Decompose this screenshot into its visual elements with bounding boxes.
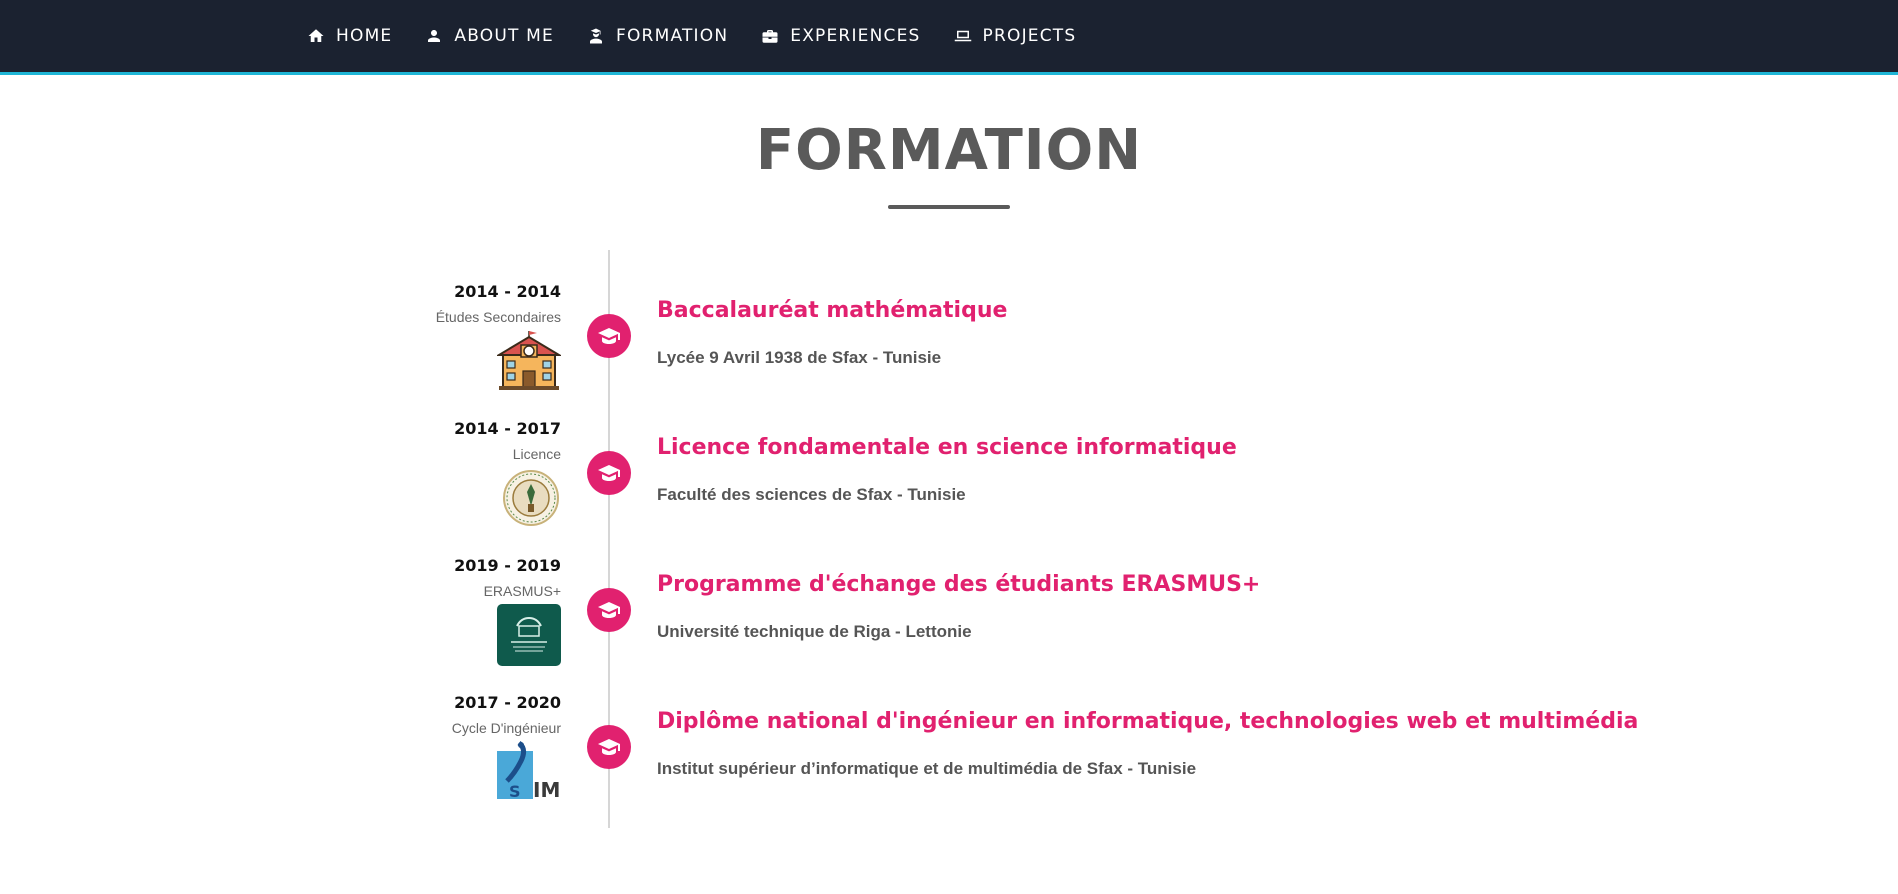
timeline-entry: 2014 - 2014 Études Secondaires Baccalaur… bbox=[0, 252, 1898, 390]
nav-label: FORMATION bbox=[616, 26, 729, 46]
nav-list: HOME ABOUT ME FORMATION EXPERIENCES PROJ… bbox=[306, 0, 1108, 72]
entry-degree: Programme d'échange des étudiants ERASMU… bbox=[657, 572, 1261, 597]
graduation-cap-icon bbox=[587, 451, 631, 495]
entry-meta: 2017 - 2020 Cycle D'ingénieur S IM bbox=[361, 663, 561, 802]
university-logo bbox=[497, 604, 561, 666]
entry-years: 2014 - 2014 bbox=[454, 282, 561, 301]
nav-item-home[interactable]: HOME bbox=[306, 26, 392, 46]
entry-school: Institut supérieur d’informatique et de … bbox=[657, 759, 1197, 778]
graduation-cap-icon bbox=[587, 588, 631, 632]
nav-label: ABOUT ME bbox=[454, 26, 554, 46]
entry-years: 2019 - 2019 bbox=[454, 556, 561, 575]
entry-level: Études Secondaires bbox=[435, 309, 561, 325]
school-building-icon bbox=[497, 330, 561, 392]
entry-degree: Licence fondamentale en science informat… bbox=[657, 435, 1237, 460]
faculty-seal-logo bbox=[497, 467, 561, 529]
entry-degree: Diplôme national d'ingénieur en informat… bbox=[657, 709, 1639, 734]
entry-level: Cycle D'ingénieur bbox=[451, 720, 561, 736]
entry-meta: 2019 - 2019 ERASMUS+ bbox=[361, 526, 561, 666]
entry-level: Licence bbox=[512, 446, 561, 462]
timeline-entry: 2014 - 2017 Licence Licence fondamentale… bbox=[0, 389, 1898, 526]
entry-level: ERASMUS+ bbox=[483, 583, 561, 599]
timeline-entry: 2019 - 2019 ERASMUS+ Programme d'échange… bbox=[0, 526, 1898, 666]
entry-school: Université technique de Riga - Lettonie bbox=[657, 622, 972, 641]
graduation-cap-icon bbox=[587, 314, 631, 358]
entry-degree: Baccalauréat mathématique bbox=[657, 298, 1008, 323]
home-icon bbox=[306, 26, 326, 46]
svg-text:S: S bbox=[509, 782, 521, 801]
entry-years: 2017 - 2020 bbox=[454, 693, 561, 712]
laptop-icon bbox=[953, 26, 973, 46]
nav-item-formation[interactable]: FORMATION bbox=[586, 26, 728, 46]
person-icon bbox=[424, 26, 444, 46]
entry-school: Faculté des sciences de Sfax - Tunisie bbox=[657, 485, 966, 504]
nav-label: EXPERIENCES bbox=[790, 26, 921, 46]
isim-logo-text: IM bbox=[533, 778, 560, 802]
nav-item-about-me[interactable]: ABOUT ME bbox=[424, 26, 554, 46]
student-icon bbox=[586, 26, 606, 46]
entry-school: Lycée 9 Avril 1938 de Sfax - Tunisie bbox=[657, 348, 942, 367]
nav-label: HOME bbox=[336, 26, 393, 46]
nav-item-projects[interactable]: PROJECTS bbox=[953, 26, 1077, 46]
graduation-cap-icon bbox=[587, 725, 631, 769]
top-navbar: HOME ABOUT ME FORMATION EXPERIENCES PROJ… bbox=[0, 0, 1898, 75]
entry-meta: 2014 - 2014 Études Secondaires bbox=[361, 252, 561, 390]
timeline-entry: 2017 - 2020 Cycle D'ingénieur S IM Diplô… bbox=[0, 663, 1898, 802]
isim-logo: S IM bbox=[497, 741, 561, 803]
nav-item-experiences[interactable]: EXPERIENCES bbox=[760, 26, 920, 46]
briefcase-icon bbox=[760, 26, 780, 46]
nav-label: PROJECTS bbox=[982, 26, 1077, 46]
entry-meta: 2014 - 2017 Licence bbox=[361, 389, 561, 526]
entry-years: 2014 - 2017 bbox=[454, 419, 561, 438]
title-underline bbox=[888, 205, 1010, 209]
section-title: FORMATION bbox=[755, 118, 1143, 183]
